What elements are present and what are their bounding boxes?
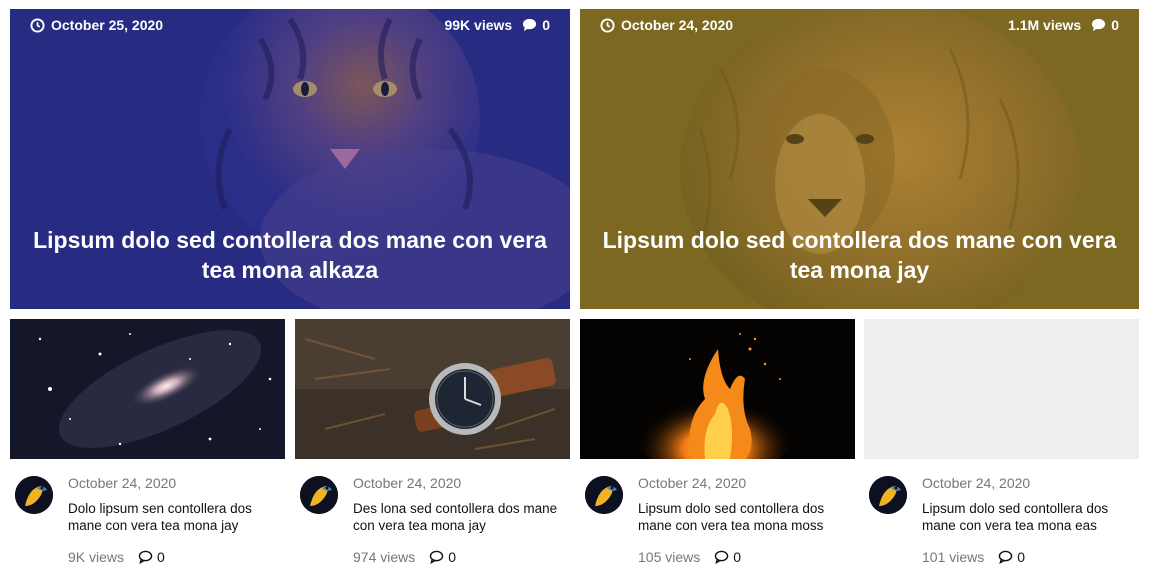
comment-bubble-icon [138, 550, 153, 564]
comment-bubble-icon [714, 550, 729, 564]
featured-title[interactable]: Lipsum dolo sed contollera dos mane con … [600, 225, 1119, 285]
post-title[interactable]: Des lona sed contollera dos mane con ver… [353, 500, 568, 534]
post-views: 974 views [353, 549, 416, 565]
post-views: 9K views [68, 549, 125, 565]
featured-title[interactable]: Lipsum dolo sed contollera dos mane con … [30, 225, 550, 285]
featured-comments[interactable]: 0 [542, 17, 550, 33]
post-views: 105 views [638, 549, 701, 565]
featured-views: 1.1M views [1008, 17, 1082, 33]
post-comments-count: 0 [448, 549, 457, 565]
post-comments[interactable]: 0 [138, 549, 165, 565]
post-date: October 24, 2020 [638, 475, 747, 491]
author-avatar[interactable] [300, 476, 338, 514]
post-card-4[interactable]: October 24, 2020 Lipsum dolo sed contoll… [864, 319, 1139, 565]
post-comments[interactable]: 0 [429, 549, 456, 565]
post-date: October 24, 2020 [922, 475, 1031, 491]
post-comments-count: 0 [733, 549, 742, 565]
post-date: October 24, 2020 [68, 475, 177, 491]
galaxy-image[interactable] [10, 319, 285, 459]
placeholder-image[interactable] [864, 319, 1139, 459]
post-comments[interactable]: 0 [998, 549, 1025, 565]
post-date: October 24, 2020 [353, 475, 462, 491]
comment-bubble-icon [429, 550, 444, 564]
post-card-1[interactable]: October 24, 2020 Dolo lipsum sen contoll… [10, 319, 285, 565]
post-comments-count: 0 [1017, 549, 1026, 565]
featured-comments[interactable]: 0 [1111, 17, 1119, 33]
comment-bubble-icon [1092, 18, 1106, 32]
post-title[interactable]: Lipsum dolo sed contollera dos mane con … [638, 500, 853, 534]
author-avatar[interactable] [869, 476, 907, 514]
post-comments[interactable]: 0 [714, 549, 741, 565]
campfire-image[interactable] [580, 319, 855, 459]
author-avatar[interactable] [15, 476, 53, 514]
clock-icon [600, 17, 615, 33]
comment-bubble-icon [998, 550, 1013, 564]
featured-card-1[interactable]: October 25, 2020 99K views 0 Lipsum dolo… [10, 9, 570, 309]
post-title[interactable]: Dolo lipsum sen contollera dos mane con … [68, 500, 283, 534]
featured-card-2[interactable]: October 24, 2020 1.1M views 0 Lipsum dol… [580, 9, 1139, 309]
clock-icon [30, 17, 45, 33]
wristwatch-image[interactable] [295, 319, 570, 459]
featured-date: October 25, 2020 [51, 17, 164, 33]
featured-views: 99K views [444, 17, 513, 33]
post-comments-count: 0 [157, 549, 165, 565]
post-views: 101 views [922, 549, 985, 565]
comment-bubble-icon [523, 18, 537, 32]
post-card-2[interactable]: October 24, 2020 Des lona sed contollera… [295, 319, 570, 565]
post-card-3[interactable]: October 24, 2020 Lipsum dolo sed contoll… [580, 319, 855, 565]
author-avatar[interactable] [585, 476, 623, 514]
featured-date: October 24, 2020 [621, 17, 734, 33]
post-title[interactable]: Lipsum dolo sed contollera dos mane con … [922, 500, 1137, 534]
